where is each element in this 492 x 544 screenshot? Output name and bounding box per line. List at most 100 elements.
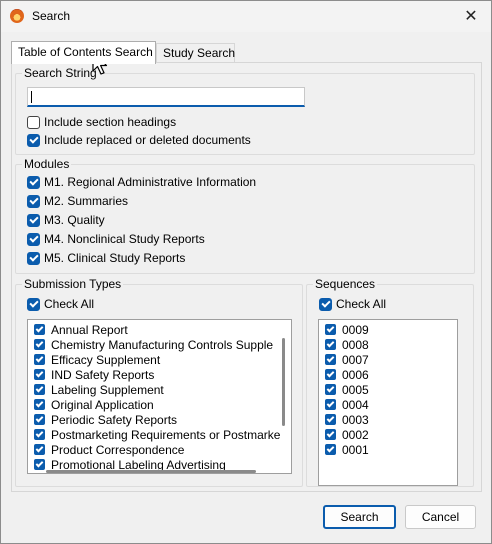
list-item-label: 0008 [342, 337, 369, 352]
checkbox-checked-icon [34, 429, 45, 440]
list-item-label: Product Correspondence [51, 442, 185, 457]
list-item-label: 0002 [342, 427, 369, 442]
sequences-list[interactable]: 0009 0008 0007 0006 0005 0004 0003 0002 … [318, 319, 458, 486]
text-caret [31, 91, 32, 103]
checkbox-checked-icon [27, 213, 40, 227]
module-m1-label: M1. Regional Administrative Information [44, 175, 257, 189]
close-icon[interactable]: ✕ [459, 5, 483, 27]
title-bar[interactable]: Search ✕ [1, 1, 491, 32]
list-item[interactable]: Efficacy Supplement [34, 352, 160, 367]
tab-study-search[interactable]: Study Search [156, 43, 235, 63]
list-item[interactable]: Chemistry Manufacturing Controls Supple [34, 337, 273, 352]
module-m2-checkbox[interactable]: M2. Summaries [27, 194, 128, 208]
search-string-legend: Search String [24, 66, 97, 80]
search-button[interactable]: Search [323, 505, 396, 529]
list-item[interactable]: Periodic Safety Reports [34, 412, 177, 427]
list-item[interactable]: Postmarketing Requirements or Postmarke [34, 427, 280, 442]
list-item[interactable]: Labeling Supplement [34, 382, 164, 397]
checkbox-checked-icon [34, 339, 45, 350]
submission-check-all-label: Check All [44, 297, 95, 311]
checkbox-checked-icon [34, 459, 45, 470]
checkbox-checked-icon [27, 251, 40, 265]
list-item-label: 0009 [342, 322, 369, 337]
list-item[interactable]: Annual Report [34, 322, 128, 337]
window-title: Search [32, 9, 71, 23]
checkbox-checked-icon [325, 399, 336, 410]
list-item[interactable]: 0005 [325, 382, 369, 397]
module-m3-label: M3. Quality [44, 213, 105, 227]
list-item[interactable]: 0008 [325, 337, 369, 352]
checkbox-checked-icon [27, 297, 40, 311]
list-item-label: 0005 [342, 382, 369, 397]
list-item[interactable]: Product Correspondence [34, 442, 184, 457]
checkbox-checked-icon [34, 354, 45, 365]
search-input[interactable] [27, 87, 305, 107]
checkbox-checked-icon [325, 384, 336, 395]
checkbox-checked-icon [325, 354, 336, 365]
checkbox-checked-icon [34, 444, 45, 455]
list-item-label: 0003 [342, 412, 369, 427]
checkbox-checked-icon [34, 414, 45, 425]
checkbox-checked-icon [27, 175, 40, 189]
include-section-headings-checkbox[interactable]: Include section headings [27, 115, 176, 129]
checkbox-checked-icon [27, 133, 40, 147]
list-item[interactable]: Original Application [34, 397, 154, 412]
checkbox-checked-icon [325, 414, 336, 425]
list-item-label: Periodic Safety Reports [51, 412, 178, 427]
list-item-label: Labeling Supplement [51, 382, 164, 397]
vertical-scrollbar[interactable] [282, 338, 285, 426]
checkbox-checked-icon [34, 324, 45, 335]
search-dialog: Search ✕ Table of Contents Search Study … [0, 0, 492, 544]
checkbox-checked-icon [325, 339, 336, 350]
submission-types-list[interactable]: Annual Report Chemistry Manufacturing Co… [27, 319, 292, 474]
list-item-label: Postmarketing Requirements or Postmarke [51, 427, 281, 442]
list-item-label: Original Application [51, 397, 154, 412]
checkbox-checked-icon [319, 297, 332, 311]
list-item[interactable]: 0001 [325, 442, 369, 457]
list-item-label: Efficacy Supplement [51, 352, 161, 367]
list-item[interactable]: 0006 [325, 367, 369, 382]
list-item-label: 0001 [342, 442, 369, 457]
list-item[interactable]: 0002 [325, 427, 369, 442]
checkbox-checked-icon [325, 429, 336, 440]
module-m3-checkbox[interactable]: M3. Quality [27, 213, 105, 227]
checkbox-checked-icon [325, 324, 336, 335]
submission-types-legend: Submission Types [24, 277, 122, 291]
list-item[interactable]: 0007 [325, 352, 369, 367]
module-m2-label: M2. Summaries [44, 194, 129, 208]
tab-table-of-contents-search[interactable]: Table of Contents Search [11, 41, 156, 64]
list-item-label: 0007 [342, 352, 369, 367]
checkbox-checked-icon [325, 369, 336, 380]
module-m4-checkbox[interactable]: M4. Nonclinical Study Reports [27, 232, 205, 246]
list-item[interactable]: 0004 [325, 397, 369, 412]
list-item[interactable]: 0003 [325, 412, 369, 427]
list-item-label: 0004 [342, 397, 369, 412]
include-replaced-label: Include replaced or deleted documents [44, 133, 251, 147]
app-logo-icon [10, 9, 24, 23]
modules-legend: Modules [24, 157, 70, 171]
checkbox-checked-icon [34, 369, 45, 380]
sequences-check-all-checkbox[interactable]: Check All [319, 297, 386, 311]
checkbox-checked-icon [325, 444, 336, 455]
checkbox-checked-icon [27, 232, 40, 246]
checkbox-checked-icon [34, 399, 45, 410]
cancel-button[interactable]: Cancel [405, 505, 476, 529]
list-item[interactable]: IND Safety Reports [34, 367, 154, 382]
sequences-check-all-label: Check All [336, 297, 387, 311]
module-m5-checkbox[interactable]: M5. Clinical Study Reports [27, 251, 185, 265]
include-section-headings-label: Include section headings [44, 115, 177, 129]
sequences-legend: Sequences [315, 277, 376, 291]
list-item-label: Annual Report [51, 322, 128, 337]
include-replaced-checkbox[interactable]: Include replaced or deleted documents [27, 133, 251, 147]
checkbox-checked-icon [27, 194, 40, 208]
checkbox-checked-icon [34, 384, 45, 395]
horizontal-scrollbar[interactable] [46, 470, 256, 473]
list-item-label: 0006 [342, 367, 369, 382]
submission-check-all-checkbox[interactable]: Check All [27, 297, 94, 311]
checkbox-unchecked-icon [27, 115, 40, 129]
list-item[interactable]: 0009 [325, 322, 369, 337]
list-item-label: Chemistry Manufacturing Controls Supple [51, 337, 274, 352]
module-m1-checkbox[interactable]: M1. Regional Administrative Information [27, 175, 256, 189]
module-m5-label: M5. Clinical Study Reports [44, 251, 186, 265]
list-item-label: IND Safety Reports [51, 367, 155, 382]
